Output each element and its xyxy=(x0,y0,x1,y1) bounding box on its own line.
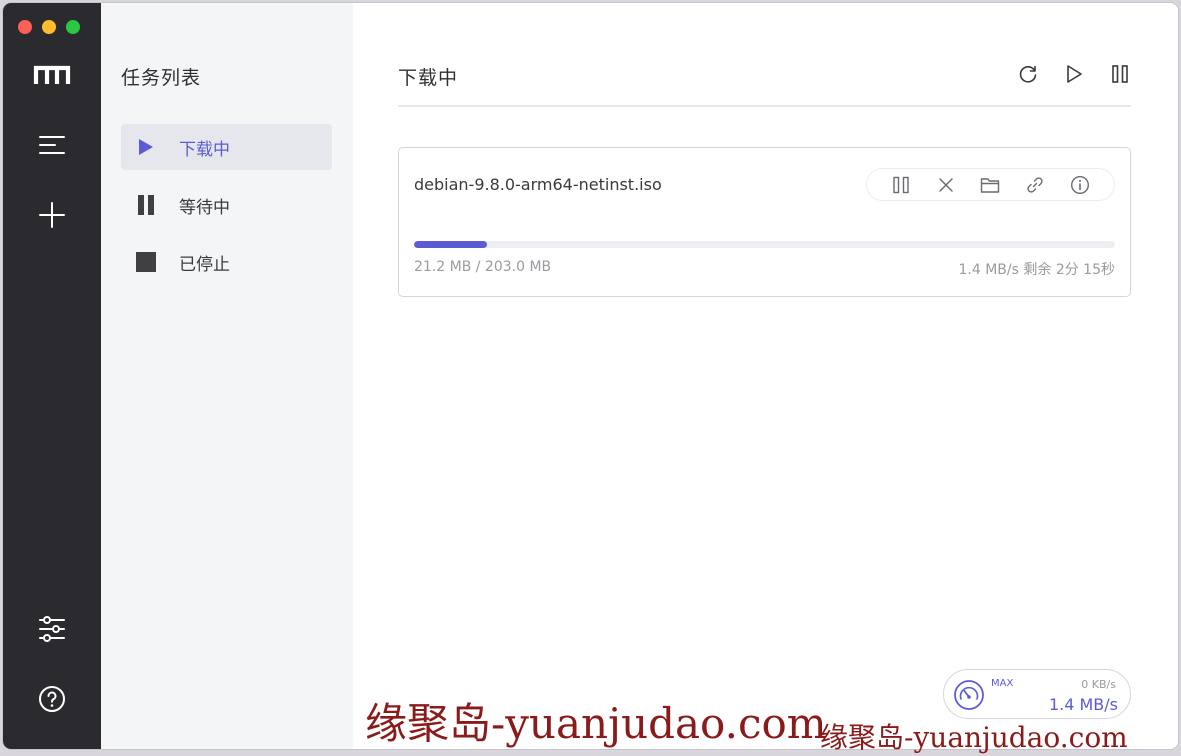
speedometer-icon xyxy=(954,680,984,710)
task-pause-button[interactable] xyxy=(890,174,912,196)
page-title: 下载中 xyxy=(398,67,459,89)
motrix-m-icon xyxy=(27,55,77,95)
task-list-item-waiting[interactable]: 等待中 xyxy=(121,182,332,228)
watermark-text-small: 缘聚岛-yuanjudao.com xyxy=(820,721,1128,754)
question-circle-icon xyxy=(39,686,65,712)
link-icon xyxy=(1027,176,1043,193)
pause-icon xyxy=(136,195,156,215)
task-list-item-label: 下载中 xyxy=(179,139,230,160)
pause-all-button[interactable] xyxy=(1109,63,1131,85)
folder-icon xyxy=(981,177,1000,193)
header-actions xyxy=(1017,63,1131,85)
window-minimize-button[interactable] xyxy=(42,20,56,34)
window-maximize-button[interactable] xyxy=(66,20,80,34)
task-card[interactable]: debian-9.8.0-arm64-netinst.iso 21.2 MB /… xyxy=(398,147,1131,297)
refresh-icon xyxy=(1019,65,1037,83)
main-header: 下载中 xyxy=(398,53,1131,107)
task-info-button[interactable] xyxy=(1069,174,1091,196)
app-window: 任务列表 下载中 等待中 已停止 下载中 debian-9.8.0-arm64-… xyxy=(3,3,1178,749)
info-icon xyxy=(1070,175,1089,194)
task-delete-button[interactable] xyxy=(935,174,957,196)
sliders-icon xyxy=(39,616,65,642)
main-panel: 下载中 debian-9.8.0-arm64-netinst.iso 21.2 … xyxy=(353,3,1178,749)
stop-icon xyxy=(136,252,156,272)
play-outline-icon xyxy=(1067,65,1082,83)
task-open-folder-button[interactable] xyxy=(979,174,1001,196)
task-copy-link-button[interactable] xyxy=(1024,174,1046,196)
task-name: debian-9.8.0-arm64-netinst.iso xyxy=(414,175,662,194)
speedometer[interactable]: MAX 0 KB/s 1.4 MB/s xyxy=(943,669,1131,719)
task-list-item-active[interactable]: 下载中 xyxy=(121,124,332,170)
add-task-button[interactable] xyxy=(27,195,77,235)
play-icon xyxy=(136,137,156,157)
task-progress-bar xyxy=(414,241,1115,248)
speed-limit-label: MAX xyxy=(991,678,1014,689)
pause-outline-icon xyxy=(893,176,909,193)
download-speed: 1.4 MB/s xyxy=(1048,695,1118,714)
task-list-item-label: 等待中 xyxy=(179,197,230,218)
window-close-button[interactable] xyxy=(18,20,32,34)
plus-icon xyxy=(39,202,65,228)
task-progress-fill xyxy=(414,241,487,248)
resume-all-button[interactable] xyxy=(1063,63,1085,85)
preferences-button[interactable] xyxy=(27,609,77,649)
refresh-button[interactable] xyxy=(1017,63,1039,85)
task-list-button[interactable] xyxy=(27,125,77,165)
menu-lines-icon xyxy=(39,136,65,154)
window-controls xyxy=(18,20,80,34)
task-list-panel: 任务列表 下载中 等待中 已停止 xyxy=(101,3,353,749)
upload-speed: 0 KB/s xyxy=(1081,678,1116,691)
close-icon xyxy=(939,177,953,192)
task-list-item-stopped[interactable]: 已停止 xyxy=(121,239,332,285)
task-speed-remaining: 1.4 MB/s 剩余 2分 15秒 xyxy=(958,262,1115,278)
pause-outline-icon xyxy=(1112,65,1128,83)
task-list-item-label: 已停止 xyxy=(179,254,230,275)
help-button[interactable] xyxy=(27,679,77,719)
task-actions xyxy=(866,168,1115,201)
task-list-title: 任务列表 xyxy=(121,67,202,89)
task-size: 21.2 MB / 203.0 MB xyxy=(414,259,552,275)
app-sidebar xyxy=(3,3,101,749)
watermark-text: 缘聚岛-yuanjudao.com xyxy=(365,699,827,748)
